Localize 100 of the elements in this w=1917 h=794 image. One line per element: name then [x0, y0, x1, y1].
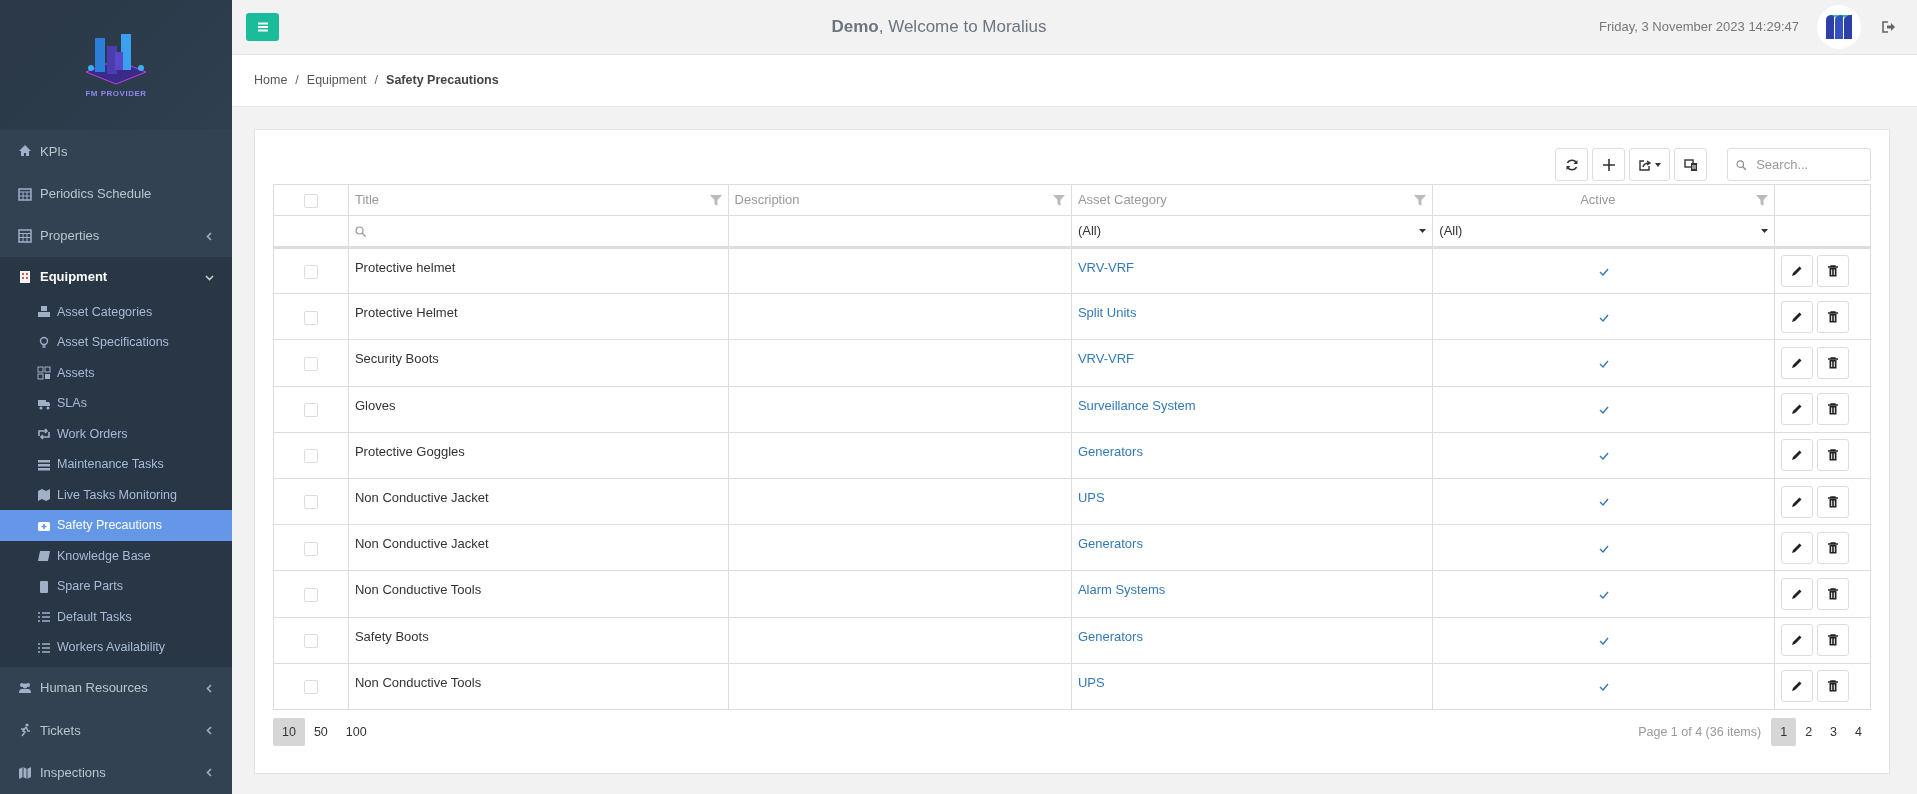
category-link[interactable]: VRV-VRF: [1077, 260, 1134, 275]
delete-button[interactable]: [1817, 624, 1850, 657]
chevron-left-icon: [205, 725, 214, 735]
breadcrumb-item[interactable]: Equipment: [306, 71, 367, 90]
trash-icon: [1827, 541, 1840, 554]
category-link[interactable]: Generators: [1077, 443, 1143, 459]
qr-code-icon: [37, 366, 51, 381]
checkbox[interactable]: [303, 193, 318, 208]
checkbox[interactable]: [303, 541, 318, 556]
sidebar-subitem[interactable]: Default Tasks: [0, 601, 232, 633]
delete-button[interactable]: [1817, 346, 1850, 379]
page-button[interactable]: 3: [1821, 717, 1847, 746]
sidebar-item[interactable]: Equipment: [0, 257, 232, 297]
delete-button[interactable]: [1817, 255, 1850, 288]
edit-button[interactable]: [1781, 255, 1814, 288]
category-link[interactable]: Generators: [1077, 628, 1143, 644]
edit-button[interactable]: [1781, 531, 1814, 564]
category-link[interactable]: Alarm Systems: [1077, 582, 1166, 598]
search-icon[interactable]: [354, 226, 366, 238]
sidebar-subitem[interactable]: Maintenance Tasks: [0, 449, 232, 480]
checkbox[interactable]: [303, 633, 318, 648]
checkbox[interactable]: [303, 587, 318, 602]
date-time: Friday, 3 November 2023 14:29:47: [1599, 18, 1799, 37]
sidebar-item[interactable]: Periodics Schedule: [0, 172, 232, 215]
sidebar-subitem[interactable]: Assets: [0, 357, 232, 389]
sidebar-subitem[interactable]: SLAs: [0, 388, 232, 419]
edit-button[interactable]: [1781, 485, 1814, 518]
welcome-text: Demo, Welcome to Moralius: [830, 16, 1048, 39]
delete-button[interactable]: [1817, 577, 1850, 610]
edit-button[interactable]: [1781, 439, 1814, 472]
filter-icon[interactable]: [1756, 194, 1769, 206]
add-button[interactable]: [1592, 148, 1625, 181]
category-link[interactable]: UPS: [1077, 674, 1105, 690]
refresh-icon: [1564, 157, 1579, 172]
delete-button[interactable]: [1817, 300, 1850, 333]
refresh-button[interactable]: [1555, 148, 1588, 181]
table-cell: Protective Helmet: [354, 305, 458, 321]
page-button[interactable]: 2: [1796, 717, 1822, 746]
filter-icon[interactable]: [709, 194, 722, 206]
delete-button[interactable]: [1817, 439, 1850, 472]
trash-icon: [1827, 680, 1840, 693]
checkbox[interactable]: [303, 449, 318, 464]
page-size-button[interactable]: 50: [304, 717, 337, 746]
breadcrumb-item[interactable]: Home: [254, 71, 288, 90]
trash-icon: [1827, 356, 1840, 369]
sidebar-subitem[interactable]: Asset Categories: [0, 296, 232, 328]
edit-button[interactable]: [1781, 300, 1814, 333]
sidebar-subitem[interactable]: Live Tasks Monitoring: [0, 479, 232, 511]
pencil-icon: [1791, 634, 1804, 647]
checkbox[interactable]: [303, 264, 318, 279]
search-field[interactable]: Search...: [1727, 148, 1871, 181]
trash-icon: [1827, 449, 1840, 462]
page-button[interactable]: 4: [1846, 717, 1871, 746]
category-link[interactable]: UPS: [1077, 489, 1105, 505]
checkbox[interactable]: [303, 310, 318, 325]
table-cell: Protective Goggles: [354, 443, 465, 459]
sidebar-subitem[interactable]: Asset Specifications: [0, 327, 232, 358]
sidebar-subitem[interactable]: Workers Availability: [0, 632, 232, 663]
checkbox[interactable]: [303, 495, 318, 510]
filter-icon[interactable]: [1414, 194, 1427, 206]
lightbulb-icon: [37, 335, 51, 350]
list-icon: [37, 457, 51, 472]
edit-button[interactable]: [1781, 393, 1814, 426]
edit-button[interactable]: [1781, 346, 1814, 379]
category-link[interactable]: Split Units: [1077, 305, 1137, 321]
edit-button[interactable]: [1781, 577, 1814, 610]
sidebar-subitem[interactable]: Spare Parts: [0, 571, 232, 602]
filter-icon[interactable]: [1052, 194, 1065, 206]
sidebar-item[interactable]: Properties: [0, 214, 232, 258]
edit-button[interactable]: [1781, 670, 1814, 703]
column-chooser-button[interactable]: [1674, 148, 1707, 181]
sidebar-item[interactable]: Tickets: [0, 709, 232, 752]
menu-toggle-button[interactable]: [246, 13, 279, 41]
sidebar-subitem[interactable]: Knowledge Base: [0, 540, 232, 572]
page-size-button[interactable]: 100: [336, 717, 376, 746]
category-link[interactable]: VRV-VRF: [1077, 351, 1134, 367]
checkbox[interactable]: [303, 402, 318, 417]
page-button[interactable]: 1: [1771, 717, 1797, 746]
logout-icon[interactable]: [1881, 20, 1897, 34]
people-icon: [18, 681, 32, 695]
export-button[interactable]: [1629, 148, 1670, 181]
sidebar-item[interactable]: Human Resources: [0, 666, 232, 710]
page-size-button[interactable]: 10: [273, 717, 305, 746]
category-link[interactable]: Generators: [1077, 536, 1143, 552]
delete-button[interactable]: [1817, 531, 1850, 564]
pencil-icon: [1791, 265, 1804, 278]
checkbox[interactable]: [303, 356, 318, 371]
category-link[interactable]: Surveillance System: [1077, 397, 1196, 413]
sidebar-item[interactable]: Inspections: [0, 751, 232, 794]
delete-button[interactable]: [1817, 485, 1850, 518]
table-cell: Gloves: [354, 397, 396, 413]
delete-button[interactable]: [1817, 393, 1850, 426]
calculator-icon: [18, 229, 32, 244]
checkbox[interactable]: [303, 680, 318, 695]
user-avatar[interactable]: [1817, 5, 1861, 49]
letter-m-logo: [1824, 14, 1854, 40]
sidebar-item[interactable]: KPIs: [0, 130, 232, 173]
edit-button[interactable]: [1781, 624, 1814, 657]
sidebar-subitem[interactable]: Work Orders: [0, 418, 232, 450]
delete-button[interactable]: [1817, 670, 1850, 703]
